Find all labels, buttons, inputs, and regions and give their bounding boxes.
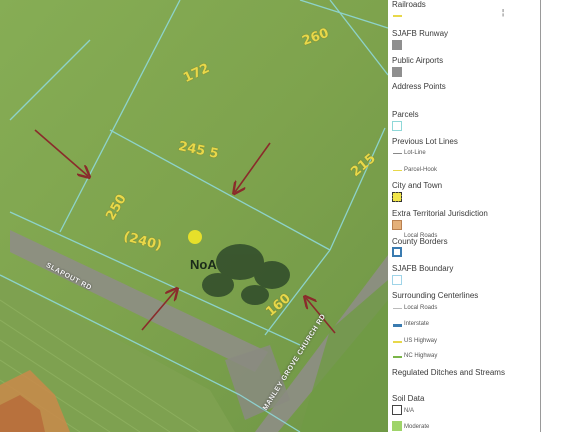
map-legend: Railroads ¦ SJAFB Runway Public Airports…: [388, 0, 540, 432]
runway-swatch-icon: [392, 40, 402, 50]
soil-moderate-swatch-icon: [392, 421, 402, 431]
legend-title: Previous Lot Lines: [392, 137, 458, 146]
aerial-map: [0, 0, 388, 432]
nc-highway-line-icon: [393, 356, 402, 358]
legend-subitem: Interstate: [404, 321, 430, 327]
lot-line-icon: [393, 153, 402, 154]
parcel-swatch-icon: [392, 121, 402, 131]
legend-subitem: Local Roads: [404, 305, 438, 311]
legend-mark: ¦: [502, 8, 505, 17]
legend-subitem: Moderate: [404, 424, 430, 430]
legend-subitem: Lot-Line: [404, 150, 426, 156]
soil-na-swatch-icon: [392, 405, 402, 415]
us-highway-line-icon: [393, 341, 402, 343]
legend-title: SJAFB Runway: [392, 29, 449, 38]
legend-title: Regulated Ditches and Streams: [392, 368, 505, 377]
boundary-swatch-icon: [392, 275, 402, 285]
map-view[interactable]: 260 172 245 5 215 250 (240) 160 SLAPOUT …: [0, 0, 388, 432]
interstate-line-icon: [393, 324, 402, 327]
legend-title: Parcels: [392, 110, 419, 119]
address-point: [188, 230, 202, 244]
legend-title: Railroads: [392, 0, 426, 9]
airport-swatch-icon: [392, 67, 402, 77]
legend-title: Extra Territorial Jurisdiction: [392, 209, 488, 218]
etj-swatch-icon: [392, 220, 402, 230]
legend-subitem: US Highway: [404, 338, 438, 344]
legend-title: SJAFB Boundary: [392, 264, 454, 273]
parcel-hook-icon: [393, 170, 402, 171]
legend-title: County Borders: [392, 237, 448, 246]
legend-title: Public Airports: [392, 56, 444, 65]
railroad-line-icon: [393, 15, 402, 17]
legend-subitem: Parcel-Hook: [404, 167, 438, 173]
legend-title: Surrounding Centerlines: [392, 291, 479, 300]
county-swatch-icon: [392, 247, 402, 257]
legend-subitem: N/A: [404, 408, 415, 414]
legend-subitem: NC Highway: [404, 353, 438, 359]
local-roads-line-icon: [393, 308, 402, 309]
legend-title: City and Town: [392, 181, 443, 190]
legend-title: Address Points: [392, 82, 446, 91]
city-swatch-icon: [392, 192, 402, 202]
legend-title: Soil Data: [392, 394, 425, 403]
legend-border: [540, 0, 541, 432]
